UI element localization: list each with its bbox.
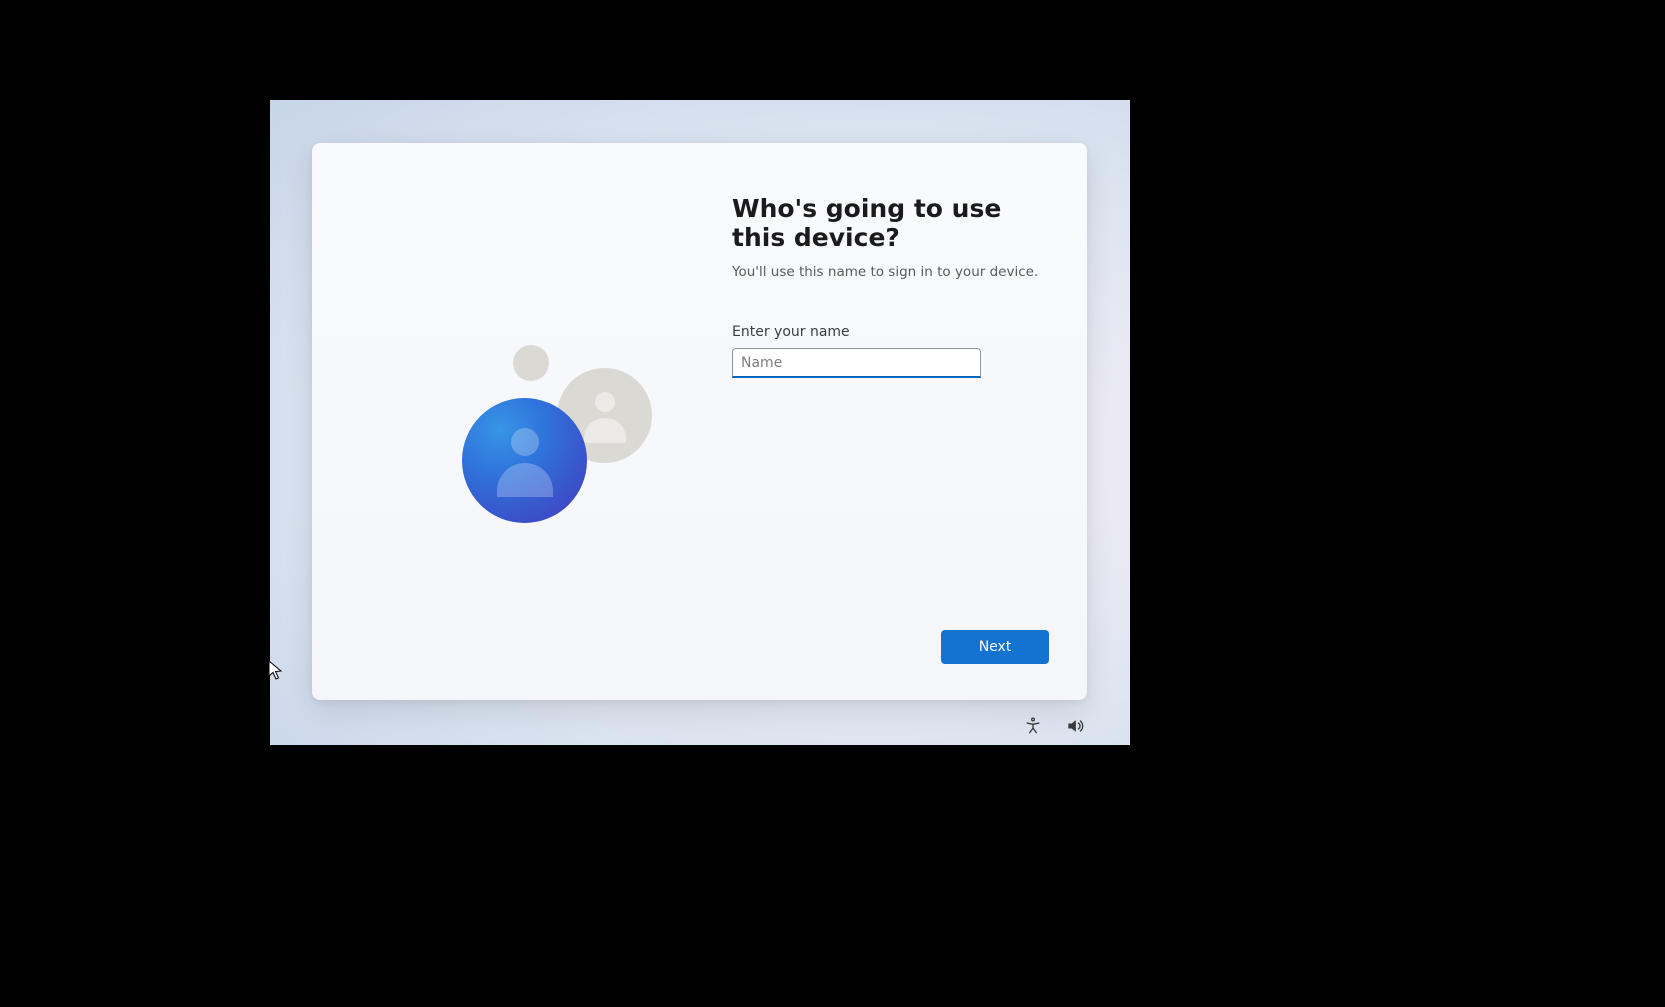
name-input-label: Enter your name bbox=[732, 324, 1047, 340]
form-pane: Who's going to use this device? You'll u… bbox=[732, 193, 1047, 674]
page-title: Who's going to use this device? bbox=[732, 194, 1047, 252]
volume-icon[interactable] bbox=[1065, 716, 1085, 736]
next-button[interactable]: Next bbox=[941, 630, 1049, 664]
decorative-dot bbox=[513, 345, 549, 381]
oobe-desktop: Who's going to use this device? You'll u… bbox=[270, 100, 1130, 745]
blue-user-avatar-icon bbox=[462, 398, 587, 523]
illustration-pane bbox=[352, 193, 732, 674]
name-input[interactable] bbox=[732, 348, 981, 378]
system-tray bbox=[1023, 716, 1085, 736]
setup-card: Who's going to use this device? You'll u… bbox=[312, 143, 1087, 700]
user-illustration bbox=[412, 343, 652, 563]
page-subtext: You'll use this name to sign in to your … bbox=[732, 264, 1047, 280]
accessibility-icon[interactable] bbox=[1023, 716, 1043, 736]
